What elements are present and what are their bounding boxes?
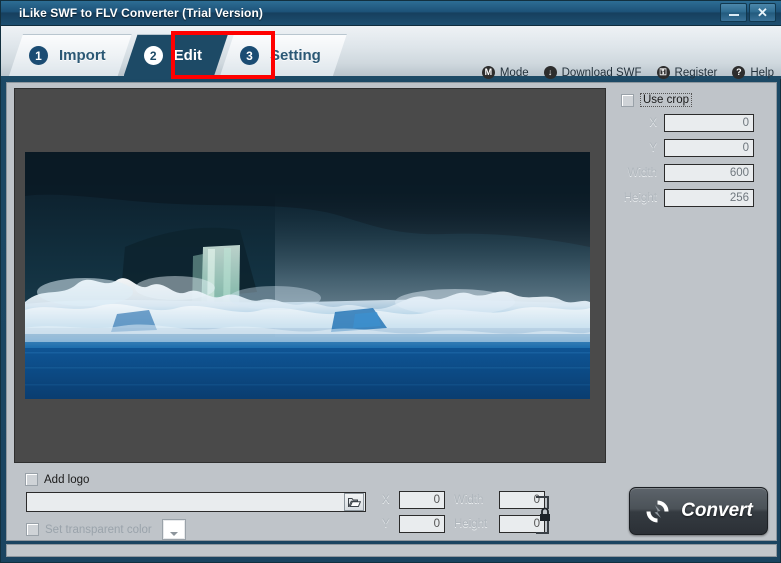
convert-button-label: Convert: [681, 500, 753, 521]
help-icon: ?: [732, 66, 746, 79]
crop-x-input[interactable]: 0: [664, 114, 754, 132]
logo-height-label: Height: [454, 518, 488, 530]
menu-item-help[interactable]: ? Help: [732, 66, 774, 79]
add-logo-label: Add logo: [44, 473, 90, 486]
tab-setting-number: 3: [240, 46, 259, 65]
crop-x-label: X: [649, 117, 657, 129]
add-logo-row[interactable]: Add logo: [25, 473, 617, 486]
menu-item-register-label: Register: [674, 66, 718, 79]
transparent-color-swatch[interactable]: [161, 519, 186, 540]
logo-y-label: Y: [382, 518, 390, 530]
logo-y-input[interactable]: 0: [399, 515, 445, 533]
menu-item-mode-label: Mode: [499, 66, 529, 79]
tabs-container: 1 Import 2 Edit 3 Setting: [9, 34, 339, 79]
preview-image: [25, 152, 590, 399]
header-menu: M Mode ↓ Download SWF ⚿ Register ? Help: [481, 66, 774, 79]
mode-icon: M: [481, 66, 495, 79]
crop-y-row: Y 0: [619, 139, 771, 157]
title-bar: iLike SWF to FLV Converter (Trial Versio…: [1, 1, 781, 26]
tab-setting[interactable]: 3 Setting: [220, 34, 347, 76]
crop-width-input[interactable]: 600: [664, 164, 754, 182]
crop-height-row: Height 256: [619, 189, 771, 207]
menu-item-help-label: Help: [750, 66, 774, 79]
tab-setting-label: Setting: [270, 47, 321, 64]
tab-import[interactable]: 1 Import: [9, 34, 132, 76]
menu-item-download-swf[interactable]: ↓ Download SWF: [543, 66, 642, 79]
logo-x-width-row: X 0 Width 0: [382, 491, 557, 509]
use-crop-checkbox[interactable]: [621, 93, 634, 107]
tab-edit-label: Edit: [173, 47, 203, 64]
logo-path-input[interactable]: [27, 496, 344, 508]
logo-y-height-row: Y 0 Height 0: [382, 515, 557, 533]
main-panel: Use crop X 0 Y 0 Width 600 Height 256 Ad…: [6, 82, 777, 541]
crop-y-input[interactable]: 0: [664, 139, 754, 157]
crop-settings-panel: Use crop X 0 Y 0 Width 600 Height 256: [615, 88, 771, 207]
open-folder-icon[interactable]: [344, 493, 364, 511]
logo-x-input[interactable]: 0: [399, 491, 445, 509]
set-transparent-color-label: Set transparent color: [45, 523, 152, 536]
crop-width-label: Width: [627, 167, 657, 179]
convert-button[interactable]: Convert: [629, 487, 768, 535]
convert-refresh-icon: [646, 500, 669, 522]
window-title: iLike SWF to FLV Converter (Trial Versio…: [19, 6, 264, 20]
application-window: iLike SWF to FLV Converter (Trial Versio…: [0, 0, 781, 563]
set-transparent-color-checkbox[interactable]: [26, 523, 39, 536]
tab-strip: 1 Import 2 Edit 3 Setting M Mode ↓ Downl…: [1, 26, 781, 79]
transparent-color-row[interactable]: Set transparent color: [26, 519, 186, 540]
open-folder-glyph: [347, 497, 361, 507]
minimize-button[interactable]: [720, 3, 747, 22]
menu-item-mode[interactable]: M Mode: [481, 66, 529, 79]
close-button[interactable]: ✕: [749, 3, 776, 22]
logo-path-field[interactable]: [26, 492, 366, 512]
register-key-icon: ⚿: [656, 66, 670, 79]
window-controls: ✕: [720, 3, 776, 22]
video-preview-area: [14, 88, 606, 463]
status-bar: [6, 544, 777, 557]
menu-item-download-swf-label: Download SWF: [561, 66, 642, 79]
crop-y-label: Y: [649, 142, 657, 154]
tab-edit[interactable]: 2 Edit: [124, 34, 228, 76]
use-crop-label: Use crop: [640, 93, 693, 107]
logo-position-controls: X 0 Width 0 Y 0 Height 0: [382, 491, 557, 539]
logo-x-label: X: [382, 494, 390, 506]
add-logo-checkbox[interactable]: [25, 473, 38, 486]
tab-edit-number: 2: [144, 46, 163, 65]
logo-width-label: Width: [454, 494, 484, 506]
crop-width-row: Width 600: [619, 164, 771, 182]
tab-import-number: 1: [29, 46, 48, 65]
tab-import-label: Import: [59, 47, 106, 64]
lock-aspect-ratio-icon[interactable]: [534, 493, 556, 537]
download-icon: ↓: [543, 66, 557, 79]
use-crop-row[interactable]: Use crop: [621, 93, 771, 107]
logo-settings-section: Add logo Set transparent color: [17, 468, 617, 540]
crop-x-row: X 0: [619, 114, 771, 132]
menu-item-register[interactable]: ⚿ Register: [656, 66, 718, 79]
video-preview-frame: [25, 152, 590, 399]
crop-height-label: Height: [623, 192, 657, 204]
crop-height-input[interactable]: 256: [664, 189, 754, 207]
